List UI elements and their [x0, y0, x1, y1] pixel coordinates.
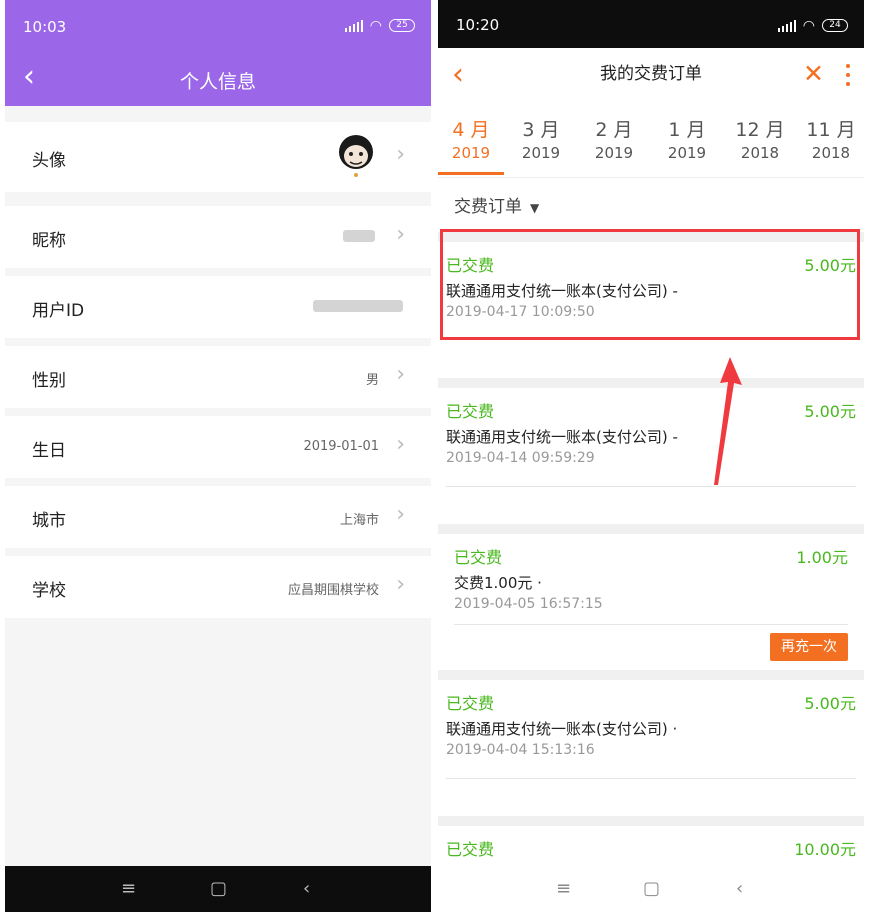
nav-bar: ‹ 我的交费订单 ✕	[438, 48, 864, 106]
profile-row-avatar[interactable]: 头像 ›	[5, 122, 431, 192]
blurred-value	[313, 300, 403, 312]
tab-month[interactable]: 4 月 2019	[438, 118, 504, 164]
order-amount: 5.00元	[804, 402, 856, 421]
order-status: 已交费	[454, 548, 503, 567]
row-label: 性别	[32, 371, 66, 391]
close-button[interactable]: ✕	[803, 61, 824, 86]
row-value: 应昌期围棋学校	[287, 583, 379, 598]
system-nav-bar: ≡ ▢ ‹	[5, 866, 431, 912]
row-label: 头像	[32, 151, 66, 171]
chevron-right-icon: ›	[396, 572, 405, 597]
order-card[interactable]: 已交费 10.00元	[438, 826, 864, 866]
row-label: 生日	[32, 441, 66, 461]
wifi-icon: ◠	[369, 17, 382, 34]
system-nav-bar: ≡ ▢ ‹	[438, 866, 864, 912]
chevron-right-icon: ›	[396, 432, 405, 457]
tab-month[interactable]: 12 月 2018	[727, 118, 793, 164]
recharge-again-button[interactable]: 再充一次	[770, 633, 848, 661]
status-time: 10:20	[456, 16, 500, 34]
home-icon[interactable]: ▢	[210, 878, 227, 899]
tab-month[interactable]: 11 月 2018	[798, 118, 864, 164]
profile-screen: 10:03 ◠ 25 ‹ 个人信息 头像 › 昵称 › 用户ID 性别 男 › …	[5, 0, 431, 920]
blurred-value	[343, 230, 375, 242]
filter-label: 交费订单	[454, 197, 522, 217]
back-nav-icon[interactable]: ‹	[303, 878, 310, 899]
profile-row-city[interactable]: 城市 上海市 ›	[5, 486, 431, 548]
order-date: 2019-04-05 16:57:15	[454, 596, 603, 612]
active-tab-indicator	[438, 172, 504, 175]
dropdown-triangle-icon: ▼	[530, 201, 540, 215]
chevron-right-icon: ›	[396, 222, 405, 247]
profile-list: 头像 › 昵称 › 用户ID 性别 男 › 生日 2019-01-01 › 城市…	[5, 106, 431, 866]
orders-screen: 10:20 ◠ 24 ‹ 我的交费订单 ✕ 4 月 2019 3 月 2019 …	[438, 0, 864, 920]
order-filter-dropdown[interactable]: 交费订单 ▼	[454, 192, 539, 217]
row-label: 用户ID	[32, 301, 85, 321]
tab-month[interactable]: 1 月 2019	[654, 118, 720, 164]
signal-icon	[344, 19, 363, 32]
home-icon[interactable]: ▢	[643, 878, 660, 899]
order-amount: 10.00元	[794, 840, 856, 859]
more-icon[interactable]	[844, 64, 852, 86]
order-card[interactable]: 已交费 5.00元 联通通用支付统一账本(支付公司) - 2019-04-14 …	[438, 388, 864, 500]
profile-row-user-id[interactable]: 用户ID	[5, 276, 431, 338]
order-status: 已交费	[446, 402, 495, 421]
row-value: 上海市	[339, 513, 379, 528]
menu-icon[interactable]: ≡	[121, 878, 136, 899]
order-card[interactable]: 已交费 5.00元 联通通用支付统一账本(支付公司) · 2019-04-04 …	[438, 680, 864, 792]
chevron-right-icon: ›	[396, 502, 405, 527]
battery-icon: 25	[389, 19, 415, 32]
menu-icon[interactable]: ≡	[556, 878, 571, 899]
annotation-arrow-icon	[714, 357, 742, 485]
avatar	[339, 135, 373, 177]
row-label: 学校	[32, 581, 66, 601]
row-label: 昵称	[32, 231, 66, 251]
order-status: 已交费	[446, 694, 495, 713]
status-time: 10:03	[23, 18, 67, 36]
profile-row-school[interactable]: 学校 应昌期围棋学校 ›	[5, 556, 431, 618]
back-nav-icon[interactable]: ‹	[736, 878, 743, 899]
tab-month[interactable]: 2 月 2019	[581, 118, 647, 164]
profile-row-birthday[interactable]: 生日 2019-01-01 ›	[5, 416, 431, 478]
order-amount: 1.00元	[796, 548, 848, 567]
page-title: 我的交费订单	[600, 64, 702, 84]
order-amount: 5.00元	[804, 694, 856, 713]
status-bar: 10:20 ◠ 24	[438, 0, 864, 48]
row-value: 男	[365, 373, 379, 388]
order-date: 2019-04-04 15:13:16	[446, 742, 595, 758]
battery-icon: 24	[822, 19, 848, 32]
profile-row-nickname[interactable]: 昵称 ›	[5, 206, 431, 268]
nav-bar: ‹ 个人信息	[5, 52, 431, 106]
signal-icon	[777, 19, 796, 32]
highlight-box	[440, 229, 860, 340]
page-title: 个人信息	[179, 71, 256, 93]
month-tabs: 4 月 2019 3 月 2019 2 月 2019 1 月 2019 12 月…	[438, 112, 864, 178]
order-date: 2019-04-14 09:59:29	[446, 450, 595, 466]
tab-month[interactable]: 3 月 2019	[508, 118, 574, 164]
profile-row-gender[interactable]: 性别 男 ›	[5, 346, 431, 408]
row-label: 城市	[32, 511, 66, 531]
chevron-right-icon: ›	[396, 362, 405, 387]
order-description: 交费1.00元 ·	[454, 574, 542, 592]
order-description: 联通通用支付统一账本(支付公司) -	[446, 428, 678, 446]
order-status: 已交费	[446, 840, 495, 859]
status-bar: 10:03 ◠ 25	[5, 0, 431, 52]
chevron-right-icon: ›	[396, 142, 405, 167]
order-description: 联通通用支付统一账本(支付公司) ·	[446, 720, 678, 738]
wifi-icon: ◠	[802, 17, 815, 34]
row-value: 2019-01-01	[303, 439, 379, 454]
